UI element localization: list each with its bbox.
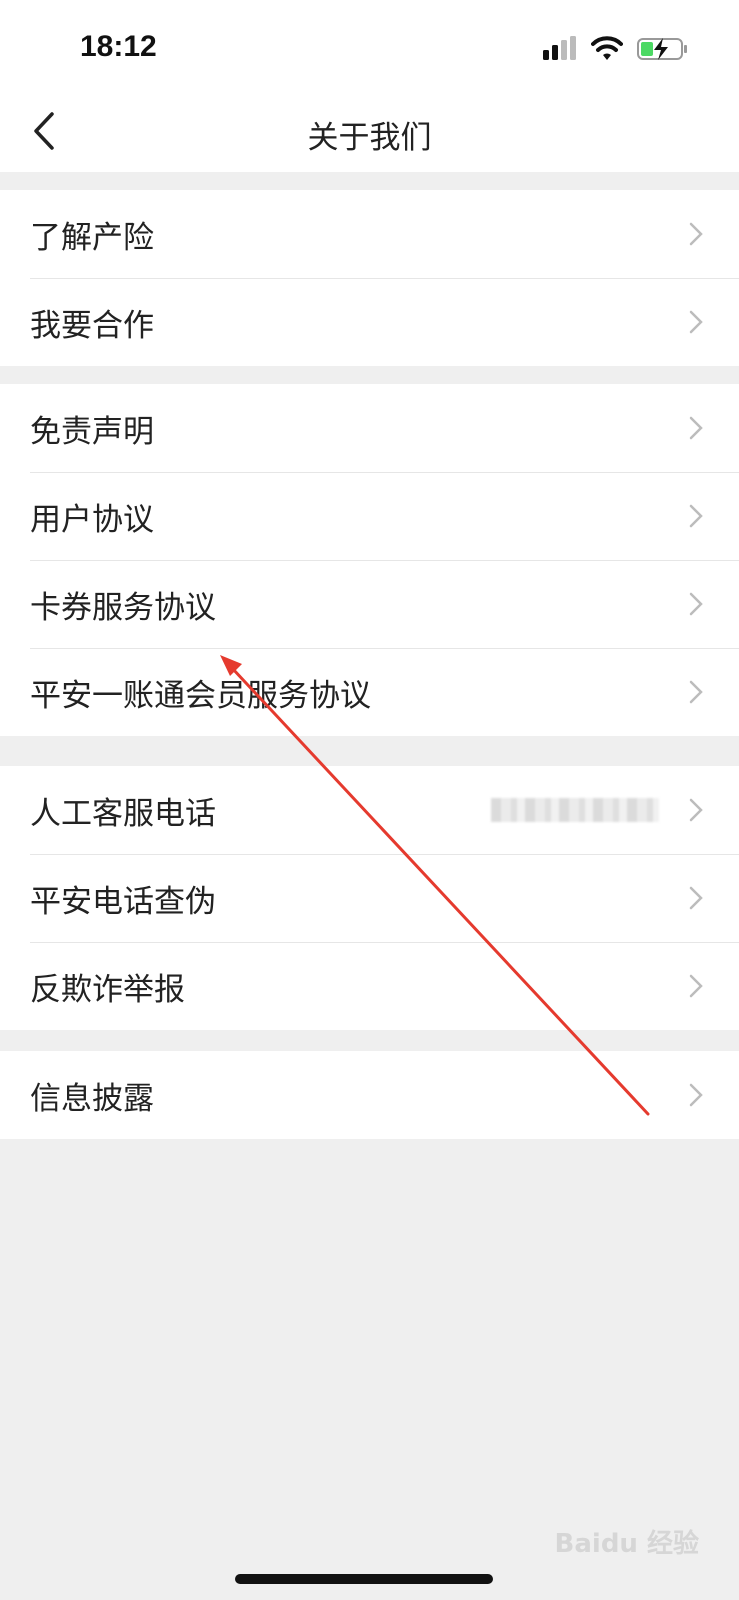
menu-item-label: 了解产险 [30, 219, 154, 256]
menu-item-information-disclosure[interactable]: 信息披露 [0, 1051, 739, 1139]
watermark: Baidu 经验 [554, 1529, 699, 1559]
chevron-right-icon [689, 592, 703, 616]
chevron-right-icon [689, 974, 703, 998]
signal-icon [543, 36, 576, 60]
menu-item-user-agreement[interactable]: 用户协议 [0, 472, 739, 560]
menu-item-customer-service-phone[interactable]: 人工客服电话 [0, 766, 739, 854]
chevron-right-icon [689, 310, 703, 334]
chevron-right-icon [689, 798, 703, 822]
menu-item-label: 平安电话查伪 [30, 883, 216, 920]
navigation-bar: 关于我们 [0, 90, 739, 172]
chevron-right-icon [689, 222, 703, 246]
menu-item-label: 我要合作 [30, 307, 154, 344]
status-time: 18:12 [80, 30, 157, 63]
chevron-right-icon [689, 416, 703, 440]
chevron-right-icon [689, 1083, 703, 1107]
home-indicator[interactable] [235, 1574, 493, 1584]
menu-item-label: 平安一账通会员服务协议 [30, 677, 371, 714]
menu-item-phone-verification[interactable]: 平安电话查伪 [0, 854, 739, 942]
battery-charging-icon [637, 38, 687, 60]
menu-group-3: 人工客服电话 平安电话查伪 反欺诈举报 [0, 766, 739, 1030]
menu-group-4: 信息披露 [0, 1051, 739, 1139]
status-icons [543, 34, 689, 64]
menu-item-label: 人工客服电话 [30, 795, 216, 832]
menu-group-2: 免责声明 用户协议 卡券服务协议 平安一账通会员服务协议 [0, 384, 739, 736]
menu-item-member-agreement[interactable]: 平安一账通会员服务协议 [0, 648, 739, 736]
menu-group-1: 了解产险 我要合作 [0, 190, 739, 366]
menu-item-cooperation[interactable]: 我要合作 [0, 278, 739, 366]
menu-item-label: 免责声明 [30, 413, 154, 450]
menu-item-label: 用户协议 [30, 501, 154, 538]
menu-item-coupon-agreement[interactable]: 卡券服务协议 [0, 560, 739, 648]
menu-item-learn-insurance[interactable]: 了解产险 [0, 190, 739, 278]
chevron-right-icon [689, 680, 703, 704]
menu-item-label: 卡券服务协议 [30, 589, 216, 626]
chevron-right-icon [689, 886, 703, 910]
menu-item-anti-fraud-report[interactable]: 反欺诈举报 [0, 942, 739, 1030]
chevron-right-icon [689, 504, 703, 528]
status-bar: 18:12 [0, 0, 739, 90]
menu-item-label: 反欺诈举报 [30, 971, 185, 1008]
page-title: 关于我们 [307, 120, 432, 156]
menu-item-label: 信息披露 [30, 1080, 154, 1117]
menu-item-disclaimer[interactable]: 免责声明 [0, 384, 739, 472]
redacted-phone-number [491, 798, 659, 822]
wifi-icon [591, 36, 623, 60]
